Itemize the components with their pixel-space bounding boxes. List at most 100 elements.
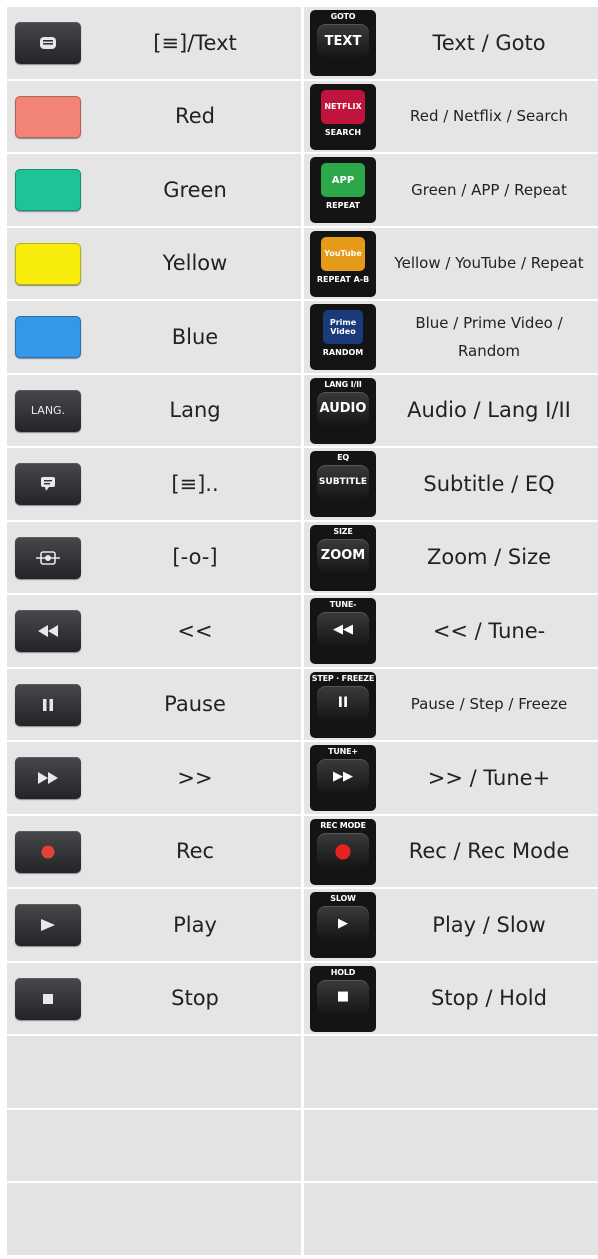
new-key-label: Blue / Prime Video / Random: [415, 313, 563, 360]
red-color-key: [15, 95, 81, 138]
new-remote-key: TUNE+ ▶▶: [310, 745, 376, 811]
new-key-label: Red / Netflix / Search: [409, 107, 569, 126]
legacy-key-label: Blue: [171, 324, 219, 349]
pause-icon: [43, 698, 53, 711]
new-key-cell: SLOW ▶ Play / Slow: [304, 889, 598, 961]
new-key-cell: YouTube REPEAT A-B Yellow / YouTube / Repe…: [304, 227, 598, 299]
new-remote-key: APP REPEAT: [310, 157, 376, 223]
stop-icon: [43, 993, 53, 1004]
key-top-label: HOLD: [330, 967, 356, 977]
play-icon: [15, 904, 81, 946]
new-key-cell: REC MODE ● Rec / Rec Mode: [304, 815, 598, 887]
empty-cell: [7, 1183, 301, 1255]
rewind-icon: [15, 610, 81, 652]
key-top-label: EQ: [337, 453, 349, 462]
new-remote-key: NETFLIX SEARCH: [310, 83, 376, 150]
key-face: ▶▶: [317, 759, 369, 793]
new-key-cell: Prime Video RANDOM Blue / Prime Video / Ra…: [304, 301, 598, 373]
legacy-key-label: Red: [175, 104, 215, 129]
legacy-key-cell: [≡]/Text: [7, 7, 301, 79]
new-key-label: Rec / Rec Mode: [408, 839, 570, 864]
legacy-key-label: Rec: [175, 839, 215, 864]
new-key-label: Play / Slow: [432, 912, 546, 937]
new-key-cell: SIZE ZOOM Zoom / Size: [304, 521, 598, 593]
key-face: ▶: [317, 906, 369, 940]
key-top-label: STEP · FREEZE: [311, 673, 375, 683]
subtitle-icon: [40, 476, 56, 492]
legacy-key-label: [-o-]: [172, 545, 218, 570]
key-face: II: [317, 685, 369, 720]
new-key-label: Audio / Lang I/II: [407, 398, 571, 423]
pause-icon: [15, 683, 81, 726]
empty-cell: [7, 1109, 301, 1181]
key-bottom-label: RANDOM: [322, 348, 364, 357]
key-face: NETFLIX: [321, 89, 365, 124]
new-key-cell: GOTO TEXT Text / Goto: [304, 7, 598, 79]
legacy-key-cell: Stop: [7, 962, 301, 1034]
empty-cell: [7, 1036, 301, 1108]
new-key-cell: STEP · FREEZE II Pause / Step / Freeze: [304, 668, 598, 740]
empty-cell: [304, 1183, 598, 1255]
key-top-label: REC MODE: [320, 820, 366, 830]
new-remote-key: SIZE ZOOM: [310, 524, 376, 591]
legacy-key-cell: <<: [7, 595, 301, 667]
legacy-key-cell: Blue: [7, 301, 301, 373]
stop-icon: [15, 977, 81, 1020]
new-key-label: Pause / Step / Freeze: [410, 695, 568, 714]
yellow-color-key: [15, 242, 81, 285]
legacy-key-label: Play: [173, 912, 217, 937]
legacy-key-label: [≡]..: [171, 471, 219, 496]
legacy-key-cell: Play: [7, 889, 301, 961]
legacy-key-cell: Green: [7, 154, 301, 226]
key-face: ZOOM: [317, 538, 369, 573]
new-remote-key: REC MODE ●: [310, 818, 376, 885]
text-menu-icon: [39, 36, 57, 50]
key-top-label: SLOW: [330, 894, 356, 903]
empty-cell: [304, 1109, 598, 1181]
button-mapping-table: [≡]/Text GOTO TEXT Text / Goto Red NETFLIX SEA…: [7, 7, 598, 1255]
legacy-key-cell: Rec: [7, 815, 301, 887]
new-key-label: << / Tune-: [432, 618, 546, 643]
lang-key-text: LANG.: [30, 404, 66, 417]
new-key-cell: EQ SUBTITLE Subtitle / EQ: [304, 448, 598, 520]
key-bottom-label: REPEAT A-B: [316, 274, 370, 284]
new-key-label: Yellow / YouTube / Repeat: [394, 254, 584, 273]
legacy-key-label: Pause: [164, 692, 226, 717]
key-bottom-label: SEARCH: [324, 127, 362, 137]
new-remote-key: HOLD ■: [310, 965, 376, 1032]
new-remote-key: Prime Video RANDOM: [310, 304, 376, 370]
rewind-icon: [38, 625, 58, 637]
key-face: SUBTITLE: [317, 465, 369, 499]
key-face: APP: [321, 163, 365, 197]
new-key-label: Zoom / Size: [426, 545, 552, 570]
record-icon: [41, 845, 55, 859]
blue-color-key: [15, 316, 81, 358]
new-key-cell: HOLD ■ Stop / Hold: [304, 962, 598, 1034]
new-key-cell: LANG I/II AUDIO Audio / Lang I/II: [304, 374, 598, 446]
empty-cell: [304, 1036, 598, 1108]
text-menu-icon: [15, 22, 81, 64]
key-top-label: TUNE+: [328, 747, 358, 756]
legacy-key-label: Yellow: [162, 251, 228, 276]
legacy-key-cell: >>: [7, 742, 301, 814]
new-remote-key: YouTube REPEAT A-B: [310, 230, 376, 297]
legacy-key-label: [≡]/Text: [153, 30, 237, 55]
new-key-label: Subtitle / EQ: [423, 471, 555, 496]
zoom-icon: [35, 550, 61, 566]
new-key-label: Text / Goto: [432, 30, 546, 55]
legacy-key-label: Stop: [171, 986, 219, 1011]
key-top-label: GOTO: [330, 12, 356, 21]
key-face: AUDIO: [317, 391, 369, 426]
key-top-label: LANG I/II: [324, 379, 362, 389]
record-icon: [15, 830, 81, 873]
zoom-icon: [15, 536, 81, 579]
legacy-key-cell: LANG. Lang: [7, 374, 301, 446]
key-bottom-label: REPEAT: [326, 201, 360, 210]
legacy-key-label: Lang: [169, 398, 221, 423]
new-key-label: Green / APP / Repeat: [411, 180, 567, 199]
new-remote-key: GOTO TEXT: [310, 10, 376, 76]
fast-forward-icon: [15, 757, 81, 799]
legacy-key-label: <<: [177, 618, 213, 643]
key-face: ◀◀: [317, 612, 369, 646]
new-key-cell: NETFLIX SEARCH Red / Netflix / Search: [304, 80, 598, 152]
